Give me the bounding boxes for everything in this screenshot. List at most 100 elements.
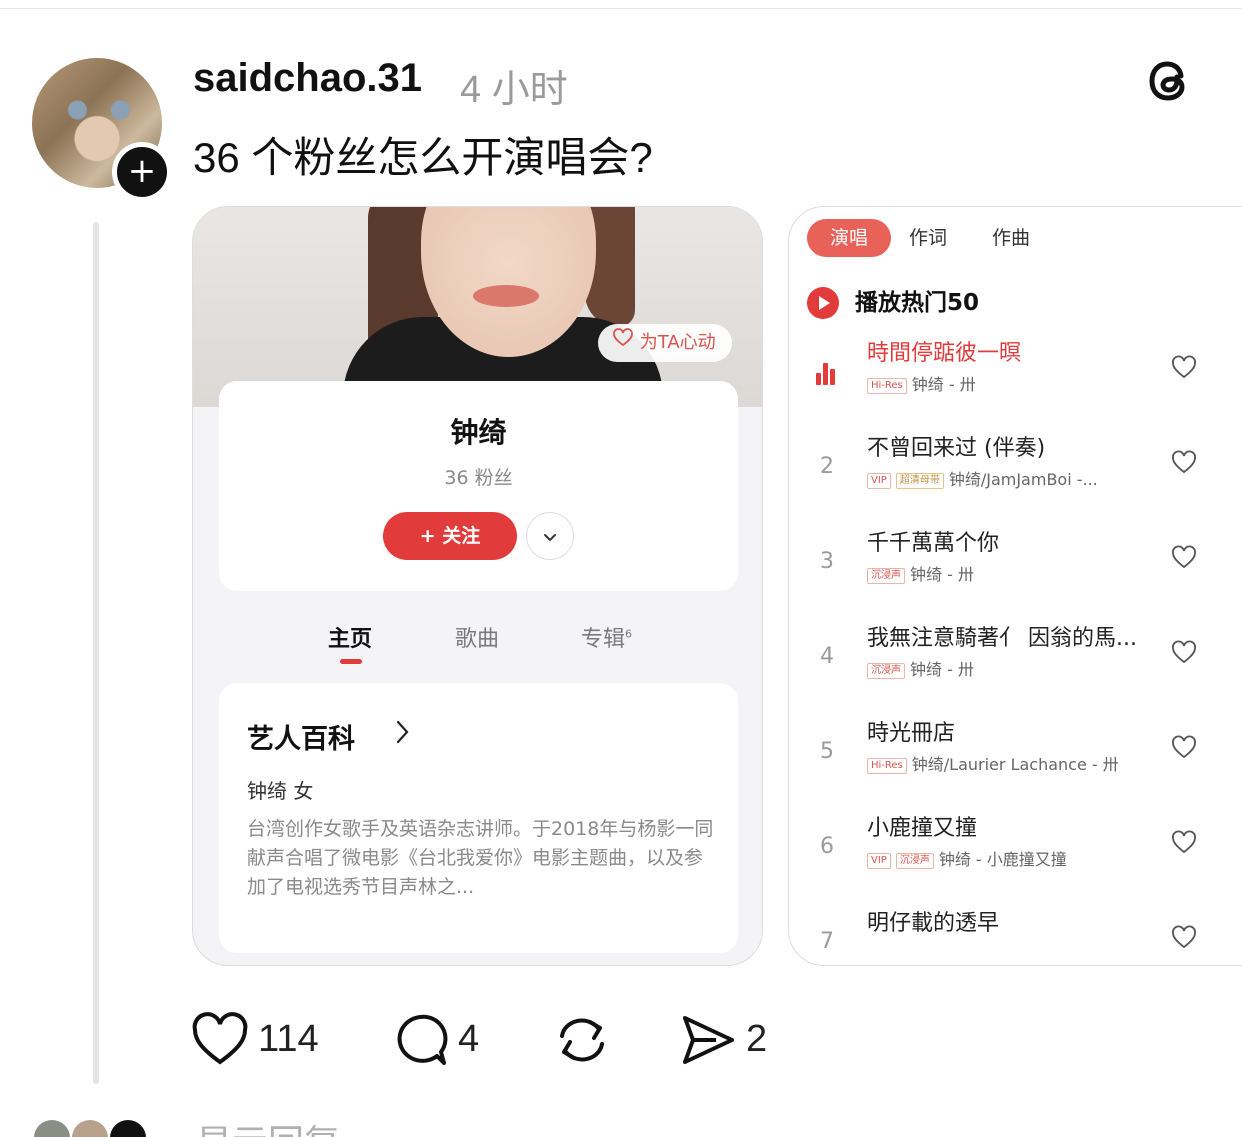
repost-button[interactable]	[554, 1012, 614, 1068]
favorite-heart-icon[interactable]	[1171, 545, 1197, 571]
favorite-heart-icon[interactable]	[1171, 640, 1197, 666]
post-time: 4 小时	[460, 69, 568, 111]
favorite-heart-icon[interactable]	[1171, 355, 1197, 381]
artist-photo	[193, 207, 762, 417]
song-title: 我無注意騎著亻 因翁的馬...	[867, 626, 1137, 651]
artist-tabs: 主页 歌曲 专辑6	[193, 621, 762, 671]
share-button[interactable]: 2	[680, 1012, 780, 1068]
song-artist: 钟绮/Laurier Lachance - 卅	[911, 755, 1119, 774]
favorite-heart-icon[interactable]	[1171, 450, 1197, 476]
heart-chat-icon	[612, 324, 634, 362]
song-meta: 沉浸声 钟绮 - 卅	[867, 656, 974, 680]
song-artist: 钟绮 - 小鹿撞又撞	[938, 850, 1067, 869]
like-count: 114	[258, 1018, 319, 1060]
heart-icon	[192, 1012, 248, 1065]
quality-badge: 超清母带	[895, 472, 944, 489]
comment-button[interactable]: 4	[392, 1012, 492, 1068]
tab-albums-label: 专辑	[581, 627, 626, 652]
artist-profile-box: 钟绮 36 粉丝 + 关注	[219, 381, 738, 591]
reply-avatar	[108, 1118, 148, 1137]
chevron-down-icon	[544, 534, 556, 542]
favorite-heart-icon[interactable]	[1171, 925, 1197, 951]
favorite-heart-icon[interactable]	[1171, 735, 1197, 761]
song-artist: 钟绮 - 卅	[911, 375, 976, 394]
favorite-heart-icon[interactable]	[1171, 830, 1197, 856]
post-actions: 114 4 2	[0, 1000, 1242, 1080]
heart-for-artist-button[interactable]: 为TA心动	[598, 324, 732, 362]
heart-pill-label: 为TA心动	[639, 332, 716, 353]
quality-badge: 沉浸声	[895, 852, 934, 869]
song-artist: 钟绮/JamJamBoi -...	[948, 470, 1098, 489]
song-meta: VIP 超清母带 钟绮/JamJamBoi -...	[867, 466, 1098, 490]
song-meta: 沉浸声 钟绮 - 卅	[867, 561, 974, 585]
now-playing-icon	[816, 363, 838, 385]
song-row[interactable]: 時間停踮彼一暝 Hi-Res 钟绮 - 卅	[789, 335, 1242, 430]
song-row[interactable]: 2 不曾回来过 (伴奏) VIP 超清母带 钟绮/JamJamBoi -...	[789, 430, 1242, 525]
song-title: 時光冊店	[867, 721, 956, 746]
follow-plus-icon[interactable]: +	[112, 142, 172, 202]
reply-avatar	[70, 1118, 110, 1137]
album-count: 6	[625, 627, 633, 641]
post-text: 36 个粉丝怎么开演唱会?	[193, 134, 653, 181]
send-icon	[683, 1016, 734, 1064]
artist-name: 钟绮	[450, 416, 507, 449]
active-tab-indicator	[340, 659, 362, 664]
tab-albums[interactable]: 专辑6	[581, 621, 632, 653]
thread-line	[93, 222, 99, 1084]
show-replies-link[interactable]: 显示回复	[196, 1114, 340, 1137]
song-rank: 5	[820, 739, 834, 764]
wiki-meta: 钟绮 女	[247, 779, 314, 803]
song-row[interactable]: 5 時光冊店 Hi-Res 钟绮/Laurier Lachance - 卅	[789, 715, 1242, 810]
artist-profile-image[interactable]: 为TA心动 钟绮 36 粉丝 + 关注 主页 歌曲 专辑6 艺人百科 钟绮 女 …	[192, 206, 763, 966]
threads-logo-icon[interactable]	[1143, 54, 1195, 108]
repost-icon	[560, 1018, 604, 1062]
top-divider	[0, 8, 1242, 9]
tab-composition[interactable]: 作曲	[992, 219, 1030, 257]
song-row[interactable]: 7 明仔載的透早	[789, 905, 1242, 965]
quality-badge: 沉浸声	[867, 662, 905, 679]
artist-wiki[interactable]: 艺人百科 钟绮 女 台湾创作女歌手及英语杂志讲师。于2018年与杨影一同献声合唱…	[219, 683, 738, 953]
tab-songs[interactable]: 歌曲	[455, 621, 499, 653]
reply-avatars[interactable]	[32, 1118, 162, 1137]
song-rank: 4	[820, 644, 834, 669]
song-title: 明仔載的透早	[867, 911, 1000, 936]
song-title: 千千萬萬个你	[867, 531, 1000, 556]
quality-badge: VIP	[867, 852, 891, 869]
song-rank: 2	[820, 454, 834, 479]
author-username[interactable]: saidchao.31	[193, 56, 422, 101]
more-options-button[interactable]	[526, 512, 574, 560]
comment-count: 4	[458, 1018, 480, 1060]
follow-button[interactable]: + 关注	[383, 512, 517, 560]
song-title: 小鹿撞又撞	[867, 816, 978, 841]
song-rank: 7	[820, 929, 834, 954]
like-button[interactable]: 114	[192, 1012, 319, 1068]
share-count: 2	[746, 1018, 768, 1060]
song-title: 不曾回来过 (伴奏)	[867, 436, 1046, 461]
reply-avatar	[32, 1118, 72, 1137]
tab-lyrics[interactable]: 作词	[909, 219, 947, 257]
wiki-description: 台湾创作女歌手及英语杂志讲师。于2018年与杨影一同献声合唱了微电影《台北我爱你…	[247, 818, 714, 898]
song-meta: Hi-Res 钟绮/Laurier Lachance - 卅	[867, 751, 1119, 775]
song-title: 時間停踮彼一暝	[867, 341, 1022, 366]
play-icon	[807, 287, 839, 319]
song-list-image[interactable]: 演唱 作词 作曲 播放热门50 時間停踮彼一暝 Hi-Res 钟绮 - 卅 2 不曾回来…	[788, 206, 1242, 966]
hot-50-label: 播放热门50	[855, 290, 980, 316]
quality-badge: 沉浸声	[867, 567, 905, 584]
quality-badge: Hi-Res	[867, 377, 907, 394]
tab-singing[interactable]: 演唱	[807, 219, 891, 257]
song-rank: 3	[820, 549, 834, 574]
wiki-title: 艺人百科	[247, 724, 355, 755]
chevron-right-icon	[396, 720, 409, 744]
song-row[interactable]: 3 千千萬萬个你 沉浸声 钟绮 - 卅	[789, 525, 1242, 620]
quality-badge: VIP	[867, 472, 891, 489]
song-row[interactable]: 4 我無注意騎著亻 因翁的馬... 沉浸声 钟绮 - 卅	[789, 620, 1242, 715]
song-meta: VIP 沉浸声 钟绮 - 小鹿撞又撞	[867, 846, 1067, 870]
song-meta: Hi-Res 钟绮 - 卅	[867, 371, 976, 395]
song-artist: 钟绮 - 卅	[910, 565, 974, 584]
song-artist: 钟绮 - 卅	[910, 660, 974, 679]
song-rank: 6	[820, 834, 834, 859]
fan-count: 36 粉丝	[444, 467, 513, 489]
song-row[interactable]: 6 小鹿撞又撞 VIP 沉浸声 钟绮 - 小鹿撞又撞	[789, 810, 1242, 905]
quality-badge: Hi-Res	[867, 757, 907, 774]
tab-home[interactable]: 主页	[328, 621, 372, 653]
